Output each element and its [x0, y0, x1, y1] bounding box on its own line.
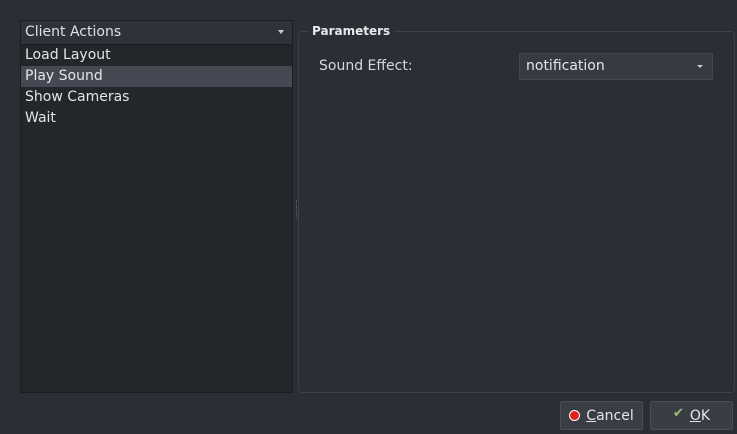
- parameters-group-title: Parameters: [308, 24, 395, 38]
- ok-mnemonic: O: [689, 407, 701, 424]
- cancel-button-label: Cancel: [586, 408, 633, 424]
- sound-effect-label: Sound Effect:: [319, 58, 413, 74]
- ok-button[interactable]: ✔ OK: [650, 401, 733, 430]
- list-item[interactable]: Play Sound: [21, 66, 292, 87]
- cancel-icon: [569, 410, 581, 421]
- ok-button-label: OK: [690, 408, 710, 424]
- sound-effect-value: notification: [526, 58, 605, 74]
- action-list: Load Layout Play Sound Show Cameras Wait: [21, 45, 292, 129]
- list-item-label: Show Cameras: [25, 89, 130, 105]
- list-item[interactable]: Show Cameras: [21, 87, 292, 108]
- list-item[interactable]: Wait: [21, 108, 292, 129]
- list-item-label: Load Layout: [25, 47, 111, 63]
- list-item-label: Play Sound: [25, 68, 103, 84]
- list-item[interactable]: Load Layout: [21, 45, 292, 66]
- action-category-combo[interactable]: Client Actions: [21, 21, 292, 45]
- cancel-label-rest: ancel: [596, 407, 634, 424]
- ok-check-icon: ✔: [672, 406, 684, 421]
- cancel-button[interactable]: Cancel: [560, 401, 643, 430]
- chevron-down-icon: [697, 65, 703, 68]
- ok-label-rest: K: [700, 407, 711, 424]
- list-item-label: Wait: [25, 110, 56, 126]
- chevron-down-icon: [278, 30, 284, 34]
- parameters-group: [298, 31, 735, 393]
- sound-effect-select[interactable]: notification: [519, 53, 713, 80]
- action-category-value: Client Actions: [25, 24, 122, 40]
- dialog-window: Client Actions Load Layout Play Sound Sh…: [0, 0, 737, 434]
- actions-panel: Client Actions Load Layout Play Sound Sh…: [20, 20, 293, 393]
- cancel-mnemonic: C: [586, 407, 597, 424]
